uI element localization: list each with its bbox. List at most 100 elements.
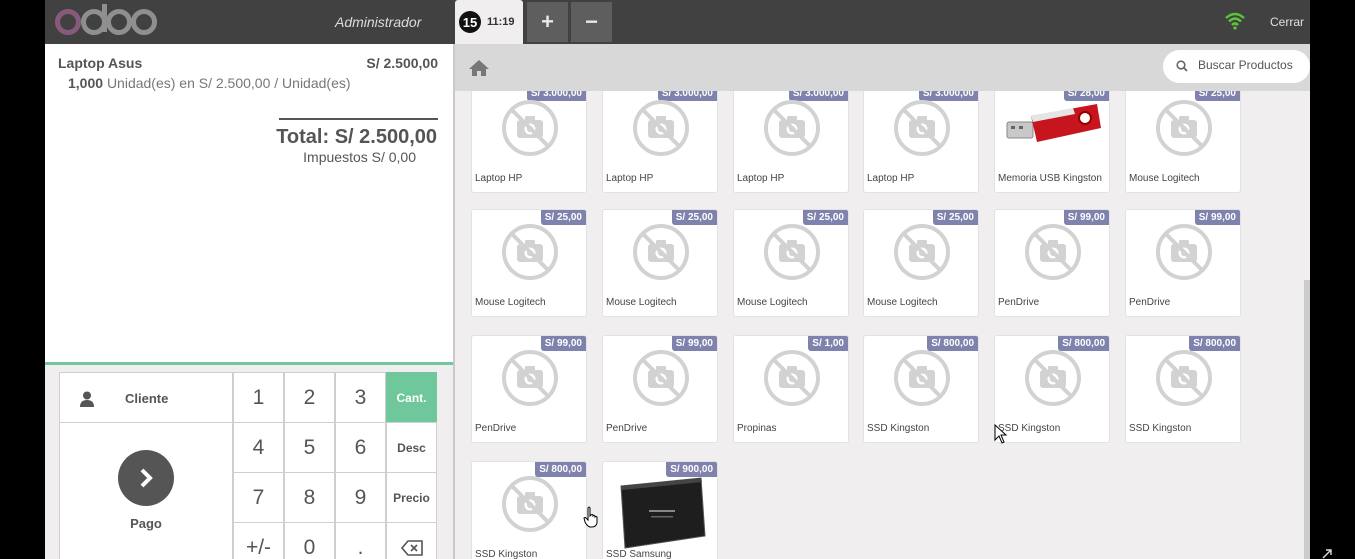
summary-divider <box>279 118 438 120</box>
product-card[interactable]: S/ 99,00 PenDrive <box>602 335 718 443</box>
camera-placeholder-icon <box>762 98 822 158</box>
customer-label: Cliente <box>125 391 169 406</box>
numpad-key-1[interactable]: 1 <box>233 372 284 423</box>
numpad-key-3[interactable]: 3 <box>335 372 386 423</box>
odoo-logo-mark <box>55 4 157 35</box>
product-name: Mouse Logitech <box>1129 173 1200 184</box>
numpad-key-plus-minus[interactable]: +/- <box>233 522 284 559</box>
product-card[interactable]: S/ 800,00 SSD Kingston <box>471 461 587 559</box>
usb-drive-image <box>1003 98 1103 158</box>
search-box[interactable] <box>1163 50 1310 83</box>
order-line-detail: 1,000 Unidad(es) en S/ 2.500,00 / Unidad… <box>68 75 351 91</box>
product-card[interactable]: S/ 99,00 PenDrive <box>1125 209 1241 317</box>
camera-placeholder-icon <box>1023 348 1083 408</box>
product-card[interactable]: S/ 28,00 Memoria USB Kingston <box>994 91 1110 193</box>
product-grid: S/ 3.000,00 Laptop HP S/ 3.000,00 Laptop HP… <box>455 91 1310 559</box>
product-name: PenDrive <box>998 297 1040 308</box>
product-name: Memoria USB Kingston <box>998 173 1102 184</box>
hand-cursor-icon <box>583 506 598 528</box>
numpad-key-5[interactable]: 5 <box>284 422 335 473</box>
numpad-key-7[interactable]: 7 <box>233 472 284 523</box>
payment-label: Pago <box>130 515 162 531</box>
add-order-button[interactable]: + <box>527 2 568 42</box>
camera-placeholder-icon <box>892 348 952 408</box>
product-card[interactable]: S/ 3.000,00 Laptop HP <box>471 91 587 193</box>
order-time: 11:19 <box>487 16 515 28</box>
product-card[interactable]: S/ 900,00 SSD Samsung <box>602 461 718 559</box>
product-card[interactable]: S/ 25,00 Mouse Logitech <box>733 209 849 317</box>
product-card[interactable]: S/ 800,00 SSD Kingston <box>1125 335 1241 443</box>
camera-placeholder-icon <box>1154 222 1214 282</box>
product-name: Laptop HP <box>867 173 915 184</box>
product-name: SSD Samsung <box>606 549 672 559</box>
odoo-logo <box>53 2 159 38</box>
product-card[interactable]: S/ 25,00 Mouse Logitech <box>471 209 587 317</box>
chevron-right-icon <box>118 449 174 506</box>
product-card[interactable]: S/ 99,00 PenDrive <box>471 335 587 443</box>
backspace-button[interactable] <box>386 522 437 559</box>
camera-placeholder-icon <box>500 474 560 534</box>
order-panel: Laptop Asus S/ 2.500,00 1,000 Unidad(es)… <box>45 44 453 559</box>
product-card[interactable]: S/ 3.000,00 Laptop HP <box>602 91 718 193</box>
wifi-icon <box>1225 12 1245 30</box>
arrow-cursor-icon <box>994 424 1008 444</box>
backspace-icon <box>400 539 423 556</box>
order-line-quantity: 1,000 <box>68 75 104 91</box>
mode-price-button[interactable]: Precio <box>386 472 437 523</box>
payment-button[interactable]: Pago <box>59 422 233 559</box>
product-card[interactable]: S/ 800,00 SSD Kingston <box>994 335 1110 443</box>
product-name: SSD Kingston <box>867 423 930 434</box>
order-number: 15 <box>459 11 481 33</box>
camera-placeholder-icon <box>631 348 691 408</box>
camera-placeholder-icon <box>762 222 822 282</box>
order-tab-active[interactable]: 15 11:19 <box>455 0 523 44</box>
ssd-drive-image <box>613 472 709 552</box>
product-name: SSD Kingston <box>1129 423 1192 434</box>
scrollbar[interactable] <box>1304 280 1310 559</box>
product-card[interactable]: S/ 1,00 Propinas <box>733 335 849 443</box>
numpad-key-4[interactable]: 4 <box>233 422 284 473</box>
camera-placeholder-icon <box>1154 98 1214 158</box>
product-card[interactable]: S/ 800,00 SSD Kingston <box>863 335 979 443</box>
expand-icon <box>1322 549 1332 559</box>
mode-discount-button[interactable]: Desc <box>386 422 437 473</box>
numpad-key-0[interactable]: 0 <box>284 522 335 559</box>
order-total: Total: S/ 2.500,00 <box>276 126 437 148</box>
product-card[interactable]: S/ 3.000,00 Laptop HP <box>863 91 979 193</box>
camera-placeholder-icon <box>762 348 822 408</box>
product-name: PenDrive <box>606 423 648 434</box>
order-taxes: Impuestos S/ 0,00 <box>303 149 416 165</box>
plus-icon: + <box>541 9 554 34</box>
product-card[interactable]: S/ 99,00 PenDrive <box>994 209 1110 317</box>
breadcrumb <box>455 44 1310 91</box>
camera-placeholder-icon <box>892 98 952 158</box>
product-card[interactable]: S/ 25,00 Mouse Logitech <box>863 209 979 317</box>
minus-icon: − <box>585 9 598 34</box>
camera-placeholder-icon <box>500 222 560 282</box>
home-icon[interactable] <box>468 59 490 82</box>
numpad-key-6[interactable]: 6 <box>335 422 386 473</box>
camera-placeholder-icon <box>500 348 560 408</box>
pos-app: Administrador 15 11:19 + − Cerrar Laptop… <box>45 0 1310 559</box>
remove-order-button[interactable]: − <box>571 2 612 42</box>
user-name[interactable]: Administrador <box>335 14 421 30</box>
numpad-key-decimal[interactable]: . <box>335 522 386 559</box>
mode-quantity-button[interactable]: Cant. <box>386 372 437 423</box>
numpad-key-9[interactable]: 9 <box>335 472 386 523</box>
product-name: Mouse Logitech <box>475 297 546 308</box>
order-line-price: S/ 2.500,00 <box>366 55 438 71</box>
search-icon <box>1176 60 1188 72</box>
product-card[interactable]: S/ 25,00 Mouse Logitech <box>1125 91 1241 193</box>
numpad-key-2[interactable]: 2 <box>284 372 335 423</box>
product-name: Propinas <box>737 423 777 434</box>
product-name: Mouse Logitech <box>737 297 808 308</box>
product-card[interactable]: S/ 25,00 Mouse Logitech <box>602 209 718 317</box>
numpad-area: Cliente Pago 1 2 3 Cant. 4 5 6 Desc 7 8 … <box>45 365 453 559</box>
numpad-key-8[interactable]: 8 <box>284 472 335 523</box>
customer-button[interactable]: Cliente <box>59 372 233 423</box>
camera-placeholder-icon <box>1023 222 1083 282</box>
product-card[interactable]: S/ 3.000,00 Laptop HP <box>733 91 849 193</box>
camera-placeholder-icon <box>500 98 560 158</box>
close-button[interactable]: Cerrar <box>1270 15 1304 29</box>
search-input[interactable] <box>1198 58 1303 72</box>
